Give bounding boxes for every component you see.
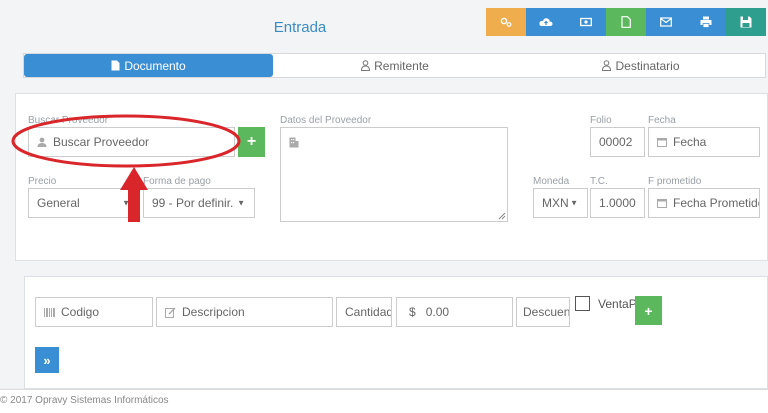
highlight-ellipse <box>11 114 241 168</box>
red-annotation-overlay <box>11 114 241 222</box>
footer: © 2017 Opravy Sistemas Informáticos <box>0 389 768 413</box>
footer-copyright: © 2017 Opravy Sistemas Informáticos <box>0 395 169 406</box>
red-arrow-icon <box>120 167 148 222</box>
